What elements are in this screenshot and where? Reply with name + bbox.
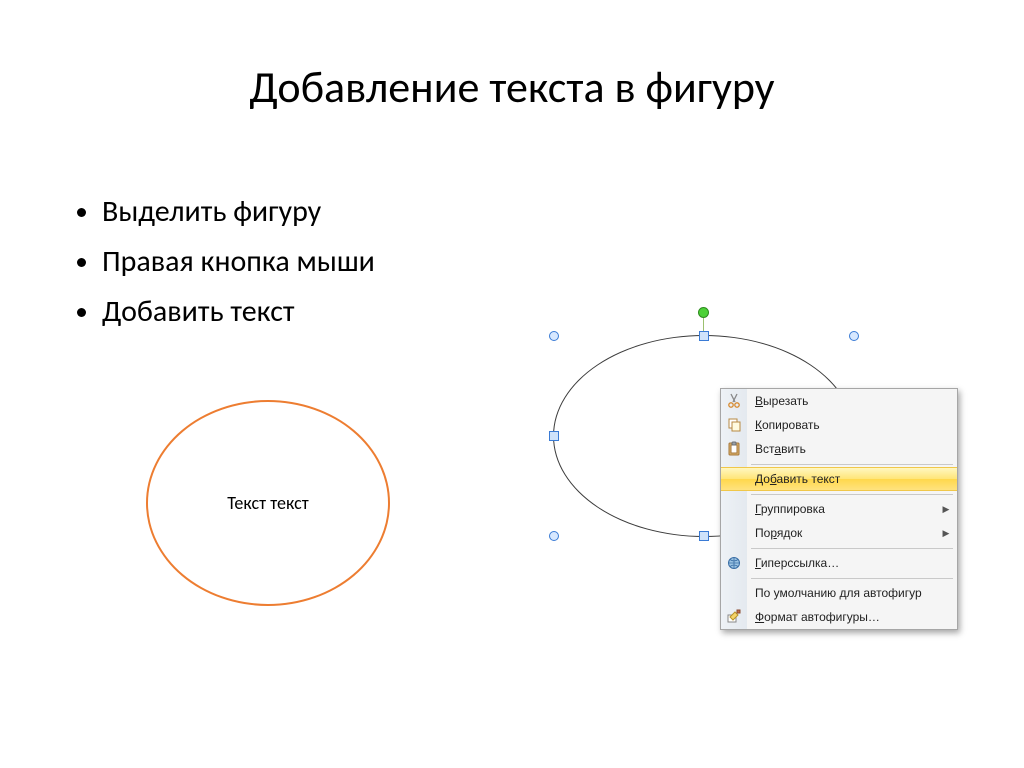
context-menu-item[interactable]: Вставить <box>721 437 957 461</box>
context-menu-item[interactable]: Формат автофигуры… <box>721 605 957 629</box>
context-menu-item[interactable]: Вырезать <box>721 389 957 413</box>
context-menu-separator <box>721 461 957 467</box>
submenu-arrow-icon: ▶ <box>939 504 957 515</box>
context-menu-item[interactable]: По умолчанию для автофигур <box>721 581 957 605</box>
context-menu-item-label: Вырезать <box>747 394 939 408</box>
selection-handle[interactable] <box>549 531 559 541</box>
no-icon <box>721 497 747 521</box>
no-icon <box>721 467 747 491</box>
selection-handle[interactable] <box>699 531 709 541</box>
bullet-item: Выделить фигуру <box>102 188 375 236</box>
no-icon <box>721 581 747 605</box>
orange-ellipse-text: Текст текст <box>227 492 308 514</box>
context-menu-separator <box>721 491 957 497</box>
hyperlink-icon <box>721 551 747 575</box>
bullet-item: Добавить текст <box>102 288 375 336</box>
selection-handle[interactable] <box>549 331 559 341</box>
no-icon <box>721 521 747 545</box>
context-menu-item-label: Добавить текст <box>747 472 939 486</box>
selection-handle[interactable] <box>699 331 709 341</box>
context-menu-item[interactable]: Копировать <box>721 413 957 437</box>
bullet-list: Выделить фигуру Правая кнопка мыши Добав… <box>62 188 375 338</box>
context-menu-item[interactable]: Добавить текст <box>721 467 957 491</box>
context-menu-item[interactable]: Группировка▶ <box>721 497 957 521</box>
bullet-item: Правая кнопка мыши <box>102 238 375 286</box>
selection-handle[interactable] <box>849 331 859 341</box>
submenu-arrow-icon: ▶ <box>939 528 957 539</box>
paste-icon <box>721 437 747 461</box>
context-menu-item-label: Группировка <box>747 502 939 516</box>
context-menu-item-label: Формат автофигуры… <box>747 610 939 624</box>
orange-ellipse-shape: Текст текст <box>146 400 390 606</box>
context-menu-item[interactable]: Порядок▶ <box>721 521 957 545</box>
context-menu[interactable]: Вырезать Копировать Вставить Добавить текст… <box>720 388 958 630</box>
selection-handle[interactable] <box>549 431 559 441</box>
slide: Добавление текста в фигуру Выделить фигу… <box>0 0 1024 768</box>
format-icon <box>721 605 747 629</box>
context-menu-item-label: Вставить <box>747 442 939 456</box>
rotation-handle[interactable] <box>698 307 709 318</box>
context-menu-separator <box>721 545 957 551</box>
slide-title: Добавление текста в фигуру <box>0 60 1024 114</box>
context-menu-item-label: Копировать <box>747 418 939 432</box>
context-menu-item[interactable]: Гиперссылка… <box>721 551 957 575</box>
copy-icon <box>721 413 747 437</box>
context-menu-separator <box>721 575 957 581</box>
context-menu-item-label: Гиперссылка… <box>747 556 939 570</box>
cut-icon <box>721 389 747 413</box>
context-menu-item-label: По умолчанию для автофигур <box>747 586 939 600</box>
context-menu-item-label: Порядок <box>747 526 939 540</box>
